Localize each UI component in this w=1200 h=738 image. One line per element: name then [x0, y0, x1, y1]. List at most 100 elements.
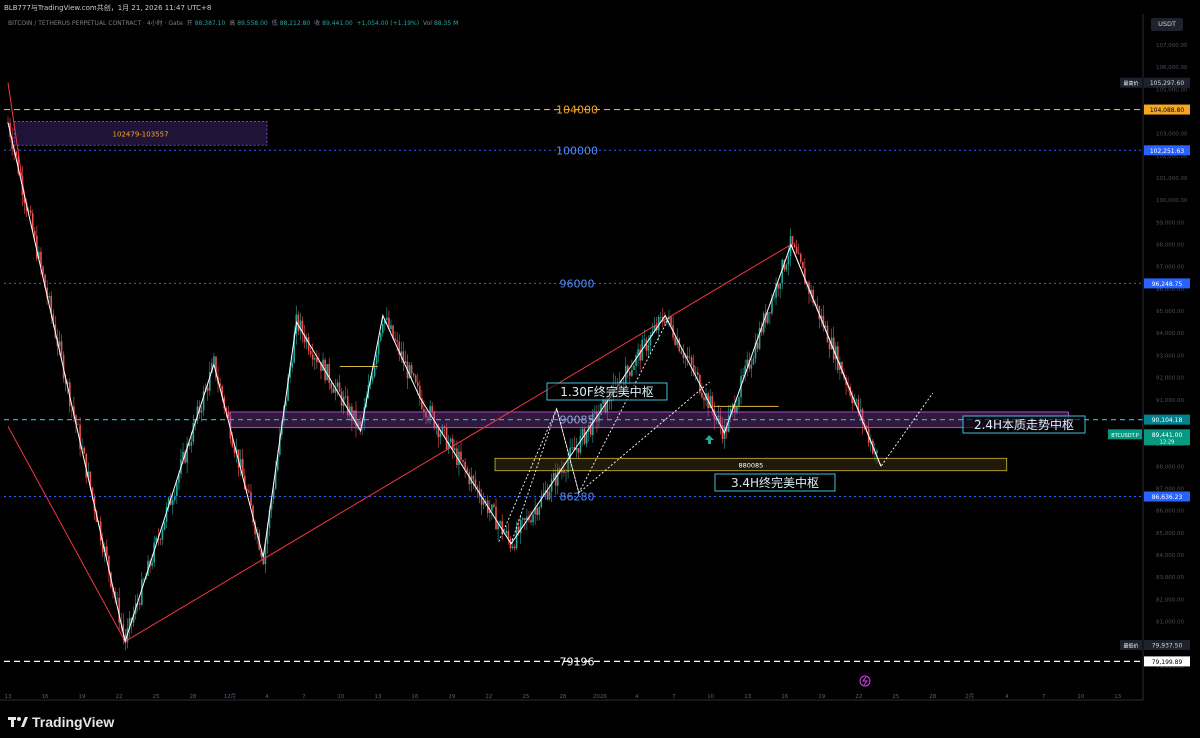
price-chart[interactable]: 102479-103557 880085 104000 100000 96000 900…: [0, 0, 1200, 738]
x-tick-label: 28: [559, 694, 566, 700]
candle-body: [524, 518, 526, 521]
annotations-layer: 1.30F终完美中枢 2.4H本质走势中枢 3.4H终完美中枢: [546, 382, 1086, 687]
candle-body: [458, 451, 460, 466]
y-tick-label: 92,000.00: [1156, 376, 1184, 382]
x-tick-label: 22: [855, 694, 862, 700]
candle-body: [532, 514, 534, 523]
y-tick-label: 103,000.00: [1156, 132, 1188, 138]
candle-body: [381, 323, 384, 334]
candle-body: [697, 372, 699, 375]
trend-lines-layer: [7, 82, 934, 644]
candle-body: [431, 406, 433, 413]
candle-body: [756, 342, 759, 349]
price-tag-label: 最低价: [1123, 643, 1138, 650]
candle-body: [797, 253, 800, 255]
candle-body: [414, 375, 417, 383]
x-tick-label: 12月: [224, 693, 237, 700]
x-tick-label: 13: [1114, 694, 1121, 700]
tradingview-logo[interactable]: TradingView: [8, 712, 114, 732]
candle-body: [138, 603, 141, 605]
candle-body: [793, 244, 796, 248]
candle-body: [799, 254, 802, 263]
trend-red-line: [7, 243, 882, 643]
candle-body: [338, 382, 341, 392]
candle-body: [449, 438, 452, 443]
x-tick-label: 16: [41, 694, 48, 700]
candle-body: [472, 475, 475, 480]
x-tick-label: 25: [152, 694, 159, 700]
y-tick-label: 83,000.00: [1156, 575, 1184, 581]
zone-label: 880085: [738, 462, 763, 470]
candle-body: [213, 356, 215, 364]
x-tick-label: 16: [411, 694, 418, 700]
y-tick-label: 84,000.00: [1156, 553, 1184, 559]
x-tick-label: 2月: [965, 693, 974, 700]
x-tick-label: 28: [929, 694, 936, 700]
y-tick-label: 97,000.00: [1156, 265, 1184, 271]
candle-body: [769, 312, 771, 314]
candle-body: [309, 350, 312, 355]
candle-body: [58, 341, 61, 347]
candle-body: [460, 451, 462, 461]
price-tag-value: 89,441.00: [1152, 432, 1183, 439]
x-tick-label: 7: [302, 694, 306, 700]
candle-body: [480, 497, 483, 505]
level-label: 79196: [560, 655, 595, 668]
candle-body: [738, 397, 740, 407]
candle-body: [571, 447, 573, 448]
candle-body: [659, 316, 662, 318]
zones-layer: 102479-103557 880085: [13, 120, 1069, 472]
x-tick-label: 22: [115, 694, 122, 700]
candle-body: [670, 316, 672, 326]
y-tick-label: 100,000.00: [1156, 198, 1188, 204]
candle-body: [390, 325, 392, 330]
candle-body: [482, 501, 485, 505]
candle-body: [750, 364, 753, 369]
candle-body: [48, 295, 50, 298]
x-tick-label: 10: [707, 694, 714, 700]
candle-body: [106, 546, 108, 557]
y-tick-label: 98,000.00: [1156, 243, 1184, 249]
x-tick-label: 4: [1005, 694, 1009, 700]
candle-body: [416, 382, 419, 387]
annotation-box-3: 3.4H终完美中枢: [731, 475, 819, 490]
candle-body: [855, 399, 858, 401]
price-tag-value: 79,937.50: [1152, 643, 1183, 650]
candle-body: [505, 530, 508, 534]
candle-body: [701, 392, 703, 398]
candle-body: [828, 342, 831, 350]
candle-body: [548, 491, 551, 500]
candle-body: [466, 468, 468, 473]
x-tick-label: 22: [485, 694, 492, 700]
level-label: 86280: [560, 491, 595, 504]
y-tick-label: 101,000.00: [1156, 176, 1188, 182]
candle-body: [680, 351, 683, 354]
candle-body: [491, 504, 493, 511]
candle-body: [791, 236, 794, 245]
y-tick-label: 107,000.00: [1156, 43, 1188, 49]
candle-body: [262, 556, 265, 565]
level-label: 96000: [560, 277, 595, 290]
candle-body: [410, 365, 413, 374]
candle-body: [250, 492, 252, 506]
candle-body: [373, 363, 376, 377]
wave-white-line: [7, 122, 882, 644]
zone-label: 102479-103557: [113, 130, 169, 138]
candle-body: [664, 321, 666, 324]
price-tag-value: 96,248.75: [1152, 281, 1183, 288]
candle-body: [33, 231, 36, 236]
candle-body: [445, 427, 448, 450]
x-tick-label: 19: [818, 694, 825, 700]
candle-body: [777, 283, 779, 289]
candle-body: [629, 371, 631, 376]
candle-body: [795, 247, 798, 254]
candle-body: [163, 521, 166, 530]
y-tick-label: 105,000.00: [1156, 87, 1188, 93]
price-tag-value: 79,199.89: [1152, 659, 1183, 666]
x-tick-label: 10: [337, 694, 344, 700]
candle-body: [773, 297, 775, 299]
x-tick-label: 28: [189, 694, 196, 700]
candle-body: [579, 435, 582, 453]
candle-body: [248, 490, 250, 493]
candle-body: [493, 504, 495, 507]
